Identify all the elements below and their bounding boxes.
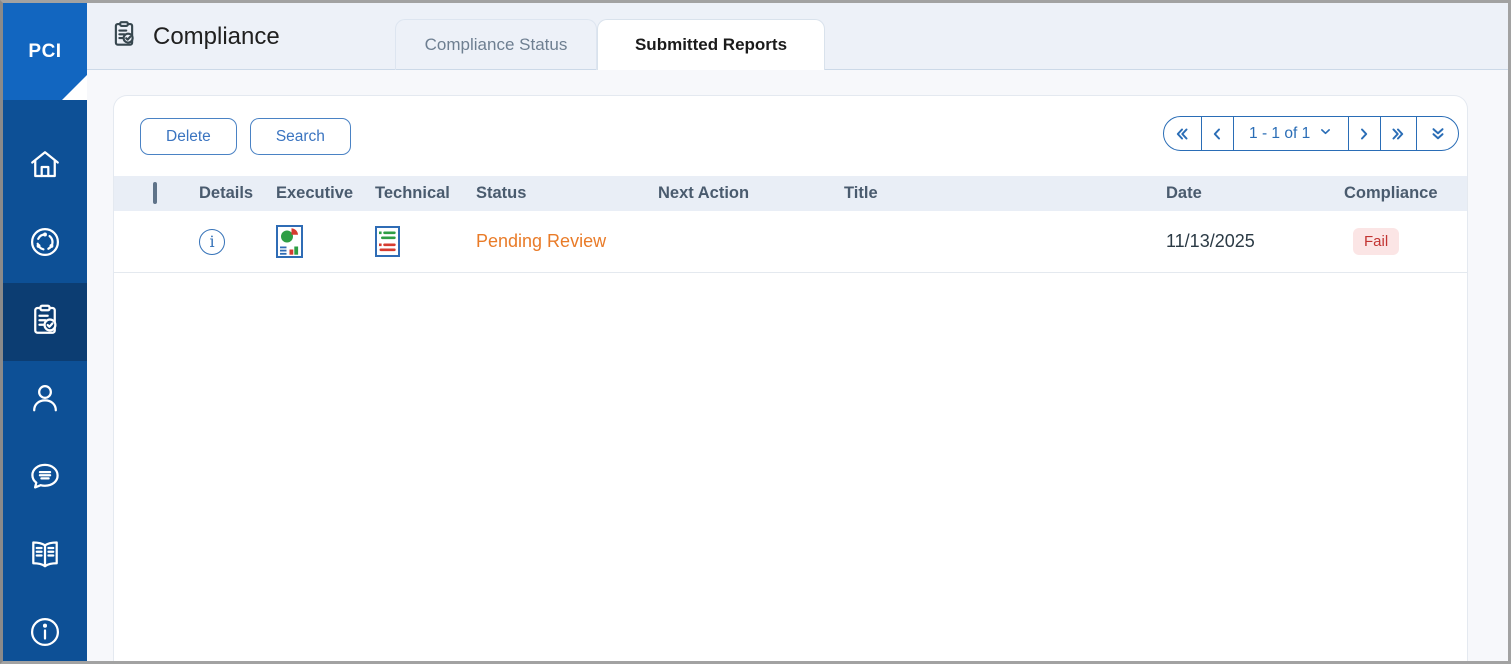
compliance-fail-badge: Fail bbox=[1353, 228, 1399, 255]
home-icon bbox=[27, 146, 63, 187]
page-range-label: 1 - 1 of 1 bbox=[1249, 125, 1310, 143]
page-title: Compliance bbox=[153, 23, 280, 51]
select-all-checkbox[interactable] bbox=[153, 182, 157, 204]
column-header-compliance[interactable]: Compliance bbox=[1331, 184, 1467, 203]
info-icon bbox=[27, 614, 63, 655]
sidebar-item-compliance[interactable] bbox=[3, 283, 87, 361]
book-icon bbox=[27, 536, 63, 577]
column-header-technical[interactable]: Technical bbox=[375, 184, 476, 203]
search-button[interactable]: Search bbox=[250, 118, 351, 155]
column-header-status[interactable]: Status bbox=[476, 184, 658, 203]
title-group: Compliance bbox=[109, 3, 280, 70]
sidebar-item-network[interactable] bbox=[3, 205, 87, 283]
globe-network-icon bbox=[27, 224, 63, 265]
tab-submitted-reports[interactable]: Submitted Reports bbox=[597, 19, 825, 70]
double-chevron-left-icon bbox=[1174, 126, 1190, 142]
user-icon bbox=[27, 380, 63, 421]
table-header: Details Executive Technical Status Next … bbox=[114, 176, 1467, 211]
page-range-select[interactable]: 1 - 1 of 1 bbox=[1233, 117, 1348, 150]
column-header-executive[interactable]: Executive bbox=[276, 184, 375, 203]
double-chevron-right-icon bbox=[1390, 126, 1406, 142]
chevron-down-icon bbox=[1319, 125, 1332, 143]
column-header-details[interactable]: Details bbox=[199, 184, 276, 203]
chat-icon bbox=[27, 458, 63, 499]
sidebar-item-home[interactable] bbox=[3, 127, 87, 205]
sidebar-item-messages[interactable] bbox=[3, 439, 87, 517]
paginator: 1 - 1 of 1 bbox=[1163, 116, 1459, 151]
last-page-button[interactable] bbox=[1380, 117, 1417, 150]
delete-button[interactable]: Delete bbox=[140, 118, 237, 155]
toolbar: Delete Search bbox=[140, 118, 351, 155]
expand-page-button[interactable] bbox=[1416, 117, 1458, 150]
sidebar-nav bbox=[3, 100, 87, 664]
page-header: Compliance Compliance Status Submitted R… bbox=[87, 3, 1508, 70]
pci-logo-tile[interactable]: PCI bbox=[3, 3, 87, 100]
app-window: PCI bbox=[0, 0, 1511, 664]
pci-logo-text: PCI bbox=[28, 41, 61, 63]
tab-compliance-status[interactable]: Compliance Status bbox=[395, 19, 597, 70]
chevron-left-icon bbox=[1209, 126, 1225, 142]
table-row: i bbox=[114, 211, 1467, 273]
column-header-date[interactable]: Date bbox=[1166, 184, 1331, 203]
sidebar-item-info[interactable] bbox=[3, 595, 87, 664]
double-chevron-down-icon bbox=[1430, 126, 1446, 142]
row-status[interactable]: Pending Review bbox=[476, 231, 658, 252]
clipboard-check-icon bbox=[109, 19, 139, 54]
details-info-icon[interactable]: i bbox=[199, 229, 225, 255]
first-page-button[interactable] bbox=[1164, 117, 1201, 150]
tab-label: Compliance Status bbox=[425, 35, 568, 55]
reports-card: Delete Search 1 - 1 of 1 bbox=[113, 95, 1468, 661]
executive-report-icon[interactable] bbox=[276, 225, 303, 258]
clipboard-check-icon bbox=[27, 302, 63, 343]
column-header-next-action[interactable]: Next Action bbox=[658, 184, 844, 203]
main-area: Compliance Compliance Status Submitted R… bbox=[87, 3, 1508, 661]
sidebar: PCI bbox=[3, 3, 87, 661]
corner-triangle bbox=[62, 75, 87, 100]
sidebar-item-users[interactable] bbox=[3, 361, 87, 439]
column-header-title[interactable]: Title bbox=[844, 184, 1166, 203]
next-page-button[interactable] bbox=[1348, 117, 1380, 150]
technical-report-icon[interactable] bbox=[375, 226, 400, 257]
tab-label: Submitted Reports bbox=[635, 35, 787, 55]
chevron-right-icon bbox=[1356, 126, 1372, 142]
sidebar-item-library[interactable] bbox=[3, 517, 87, 595]
row-date: 11/13/2025 bbox=[1166, 231, 1331, 252]
previous-page-button[interactable] bbox=[1201, 117, 1233, 150]
